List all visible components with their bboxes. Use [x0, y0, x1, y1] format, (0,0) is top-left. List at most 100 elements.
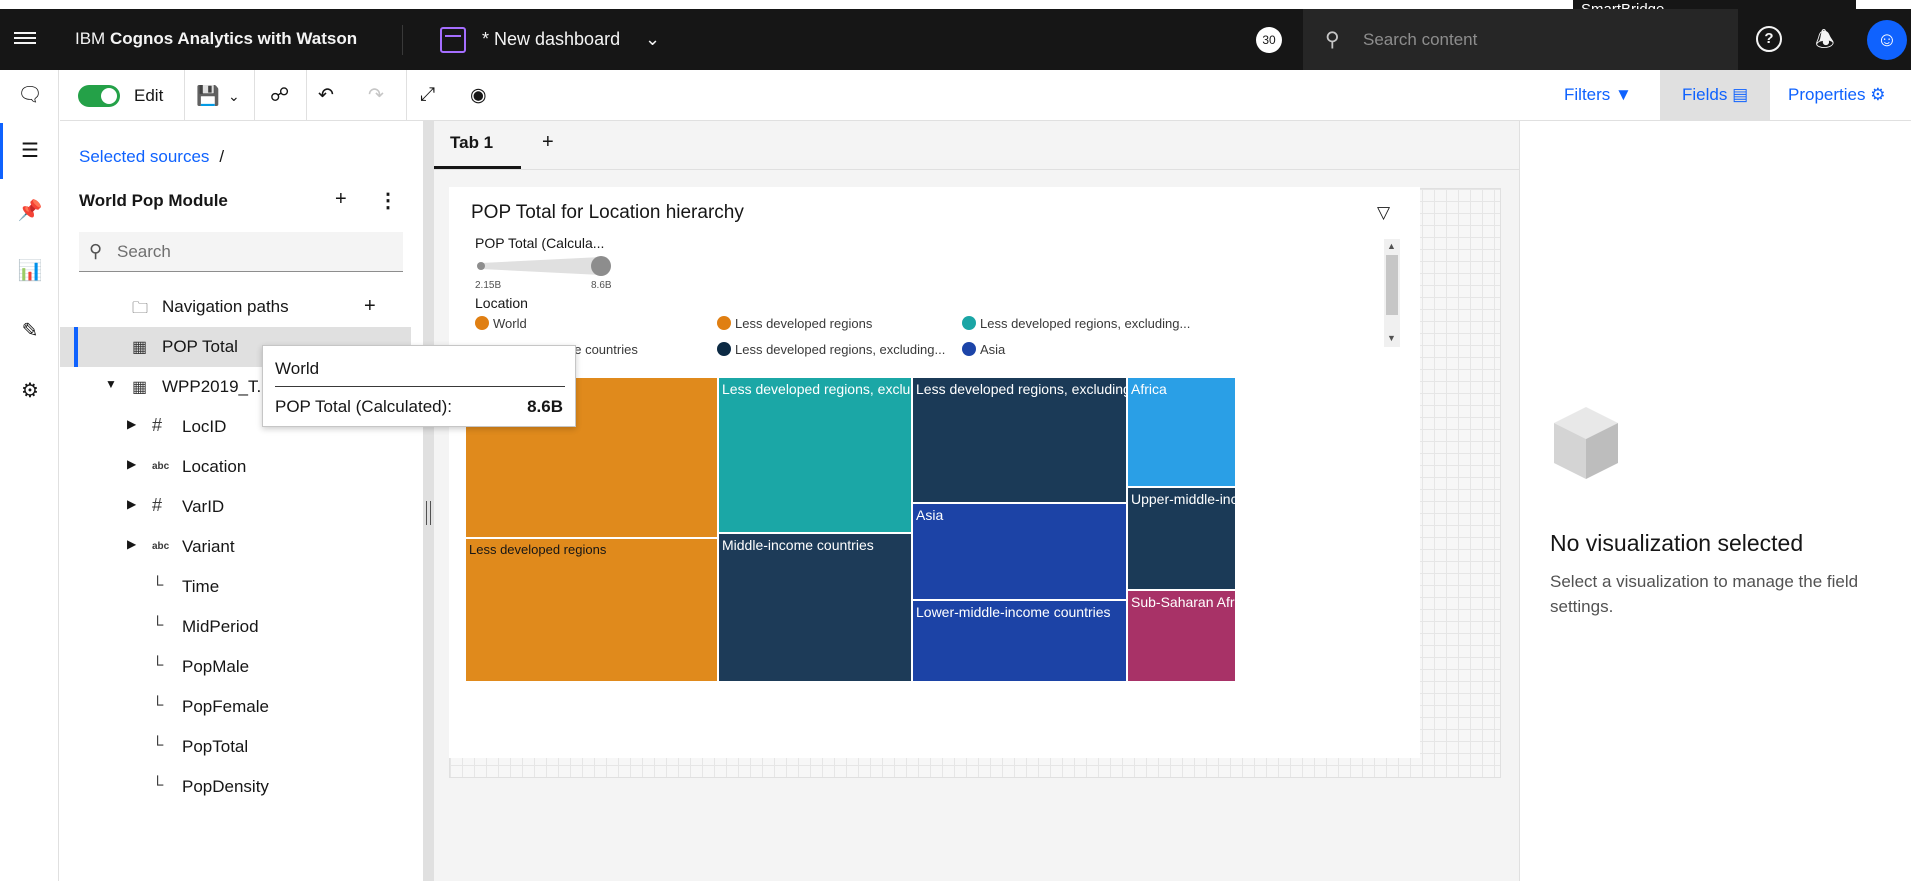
- dashboard-icon: [440, 27, 466, 53]
- tree-item-label: LocID: [182, 417, 227, 436]
- breadcrumb-selected-sources[interactable]: Selected sources: [79, 147, 209, 166]
- add-navigation-path-plus-icon[interactable]: +: [364, 295, 376, 318]
- treemap-cell[interactable]: Upper-middle-inco...: [1127, 487, 1236, 590]
- tree-item-varid[interactable]: ▶ # VarID: [60, 487, 411, 527]
- undo-icon[interactable]: ↶: [318, 84, 334, 107]
- pin-icon[interactable]: 📌: [17, 198, 43, 224]
- caret-right-icon[interactable]: ▶: [127, 417, 136, 431]
- scroll-down-icon[interactable]: ▼: [1387, 333, 1396, 343]
- numeric-field-icon: #: [152, 415, 163, 435]
- caret-right-icon[interactable]: ▶: [127, 497, 136, 511]
- comment-icon[interactable]: 🗨: [17, 82, 43, 108]
- treemap-cell-label: Upper-middle-inco...: [1131, 491, 1235, 507]
- legend-item[interactable]: Less developed regions: [717, 316, 872, 331]
- source-search-input[interactable]: ⚲ Search: [79, 232, 403, 272]
- tooltip-measure-value: 8.6B: [527, 397, 563, 416]
- color-legend-label: Location: [475, 295, 528, 311]
- add-tab-button[interactable]: +: [542, 131, 554, 154]
- treemap-cell-label: Less developed regions, excluding least …: [916, 381, 1127, 397]
- legend-scrollbar-thumb[interactable]: [1386, 255, 1398, 315]
- treemap-cell[interactable]: Sub-Saharan Africa: [1127, 590, 1236, 682]
- search-content-placeholder: Search content: [1363, 30, 1478, 49]
- notifications-bell-icon[interactable]: 🕭: [1815, 23, 1835, 61]
- legend-label: Less developed regions, excluding...: [980, 316, 1191, 331]
- fullscreen-icon[interactable]: ⤢: [420, 84, 435, 106]
- tree-item-variant[interactable]: ▶ abc Variant: [60, 527, 411, 567]
- share-icon[interactable]: ☍: [270, 84, 289, 107]
- treemap-cell[interactable]: Less developed regions, excluding C...: [718, 377, 912, 533]
- fields-button[interactable]: Fields ▤: [1682, 85, 1748, 105]
- app-name-bold: Cognos Analytics with Watson: [109, 29, 358, 48]
- tree-item-navigation-paths[interactable]: 🗀 Navigation paths +: [60, 287, 411, 327]
- toolbar-divider: [306, 70, 307, 121]
- splitter-grip[interactable]: [426, 501, 431, 525]
- treemap-cell[interactable]: Lower-middle-income countries: [912, 600, 1127, 682]
- add-source-plus-icon[interactable]: +: [335, 188, 347, 211]
- legend-item[interactable]: World: [475, 316, 527, 331]
- legend-item[interactable]: Less developed regions, excluding...: [962, 316, 1190, 331]
- treemap-cell[interactable]: Less developed regions: [465, 538, 718, 682]
- data-sources-icon[interactable]: ☰: [17, 138, 43, 164]
- assistant-icon[interactable]: ⚙: [17, 378, 43, 404]
- treemap-cell[interactable]: Middle-income countries: [718, 533, 912, 682]
- relationships-icon[interactable]: ◉: [470, 84, 487, 107]
- chart-legend: POP Total (Calcula... 2.15B 8.6B Locatio…: [471, 235, 1411, 357]
- help-icon[interactable]: ?: [1756, 26, 1782, 52]
- treemap-cell-label: Less developed regions: [469, 542, 607, 557]
- tree-item-midperiod[interactable]: └ MidPeriod: [60, 607, 411, 647]
- measure-icon: └: [152, 777, 164, 794]
- chevron-down-icon[interactable]: ⌄: [645, 29, 660, 50]
- tree-item-label: Time: [182, 577, 220, 596]
- user-avatar-icon[interactable]: ☺: [1867, 20, 1907, 60]
- search-content-field[interactable]: ⚲ Search content: [1303, 9, 1738, 70]
- treemap-cell[interactable]: Africa: [1127, 377, 1236, 487]
- widgets-icon[interactable]: ✎: [17, 318, 43, 344]
- size-legend-min: 2.15B: [475, 280, 502, 291]
- caret-down-icon[interactable]: ▼: [105, 377, 117, 391]
- edit-toggle[interactable]: [78, 85, 120, 107]
- legend-scrollbar[interactable]: ▲ ▼: [1384, 239, 1400, 347]
- app-header: IBM Cognos Analytics with Watson * New d…: [0, 9, 1911, 70]
- treemap-cell[interactable]: Asia: [912, 503, 1127, 600]
- notification-count-badge[interactable]: 30: [1256, 27, 1282, 53]
- empty-state-subtitle: Select a visualization to manage the fie…: [1550, 572, 1859, 616]
- fields-icon: ▤: [1732, 85, 1749, 104]
- treemap-cell-label: Lower-middle-income countries: [916, 604, 1111, 620]
- panel-splitter[interactable]: [423, 121, 434, 881]
- dashboard-title[interactable]: * New dashboard: [482, 29, 620, 50]
- source-search-placeholder: Search: [117, 242, 171, 261]
- search-icon: ⚲: [1325, 29, 1340, 51]
- empty-box-icon: [1554, 407, 1618, 479]
- tree-item-popdensity[interactable]: └ PopDensity: [60, 767, 411, 807]
- legend-label: Less developed regions, excluding...: [735, 342, 946, 357]
- save-icon[interactable]: 💾: [196, 84, 220, 108]
- legend-item[interactable]: Less developed regions, excluding...: [717, 342, 945, 357]
- legend-swatch: [962, 316, 976, 330]
- properties-button[interactable]: Properties ⚙: [1788, 85, 1885, 105]
- more-options-icon[interactable]: ⋮: [378, 188, 398, 213]
- calculation-table-icon: ▦: [132, 339, 148, 356]
- legend-item[interactable]: Asia: [962, 342, 1005, 357]
- caret-right-icon[interactable]: ▶: [127, 457, 136, 471]
- treemap-widget[interactable]: POP Total for Location hierarchy ▽ POP T…: [449, 187, 1420, 758]
- caret-right-icon[interactable]: ▶: [127, 537, 136, 551]
- text-field-icon: abc: [152, 541, 170, 552]
- tree-item-popfemale[interactable]: └ PopFemale: [60, 687, 411, 727]
- tree-item-time[interactable]: └ Time: [60, 567, 411, 607]
- filters-button[interactable]: Filters ▼: [1564, 85, 1632, 105]
- visualizations-icon[interactable]: 📊: [17, 258, 43, 284]
- tab-1[interactable]: Tab 1: [450, 133, 493, 153]
- rail-active-indicator: [0, 123, 3, 179]
- size-legend-slider: [477, 256, 611, 276]
- tree-item-poptotal[interactable]: └ PopTotal: [60, 727, 411, 767]
- save-dropdown-chevron-icon[interactable]: ⌄: [228, 88, 240, 105]
- legend-item[interactable]: ne countries: [567, 342, 638, 357]
- hamburger-menu-icon[interactable]: [14, 29, 36, 51]
- tree-item-location[interactable]: ▶ abc Location: [60, 447, 411, 487]
- tree-item-popmale[interactable]: └ PopMale: [60, 647, 411, 687]
- scroll-up-icon[interactable]: ▲: [1387, 241, 1396, 251]
- toolbar-divider: [184, 70, 185, 121]
- fields-panel: No visualization selected Select a visua…: [1519, 121, 1911, 881]
- widget-filter-icon[interactable]: ▽: [1377, 203, 1390, 223]
- treemap-cell[interactable]: Less developed regions, excluding least …: [912, 377, 1127, 503]
